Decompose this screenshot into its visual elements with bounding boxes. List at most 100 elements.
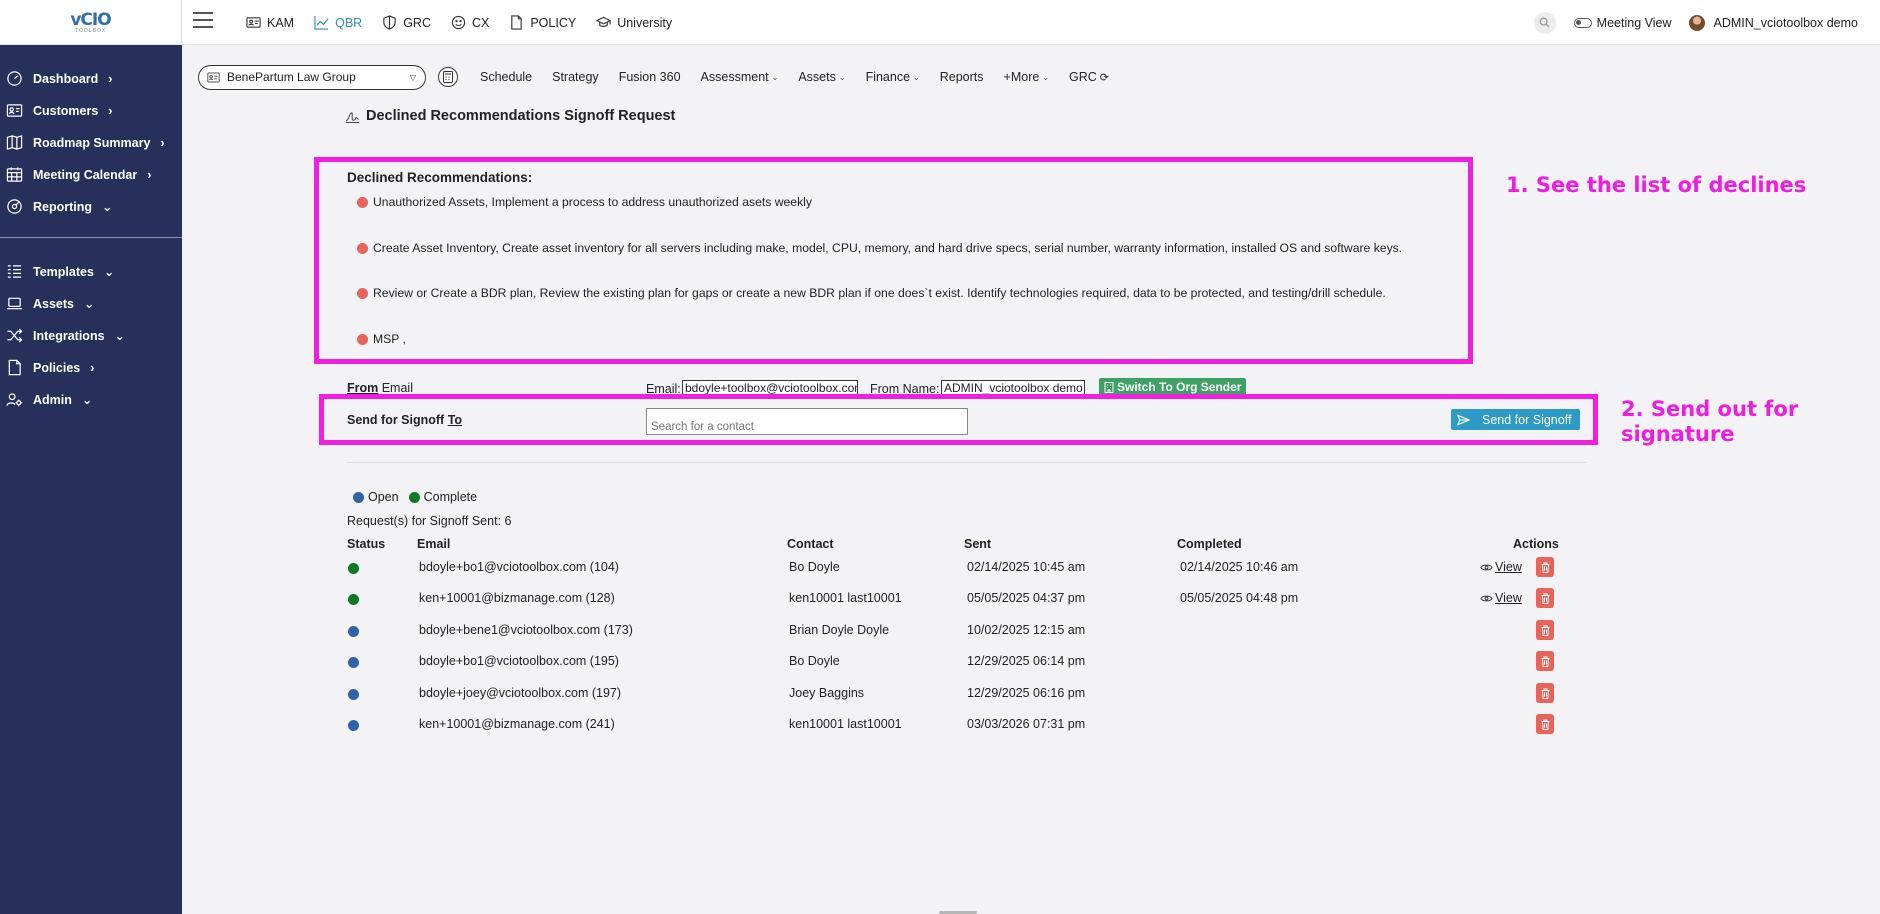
sidebar-item-roadmap-summary[interactable]: Roadmap Summary ›: [6, 134, 165, 151]
list-icon: [7, 265, 22, 278]
sub-nav: Schedule Strategy Fusion 360 Assessment ⌄…: [480, 70, 1109, 84]
table-row: bdoyle+bene1@vciotoolbox.com (173) Brian…: [0, 620, 1880, 643]
sidebar-item-meeting-calendar[interactable]: Meeting Calendar ›: [6, 166, 151, 183]
delete-button[interactable]: [1536, 651, 1554, 671]
sidebar-item-customers[interactable]: Customers ›: [6, 102, 112, 119]
map-icon: [6, 135, 23, 150]
sidebar-item-templates[interactable]: Templates ⌄: [6, 263, 114, 280]
send-label-to: To: [447, 413, 463, 427]
subnav-reports[interactable]: Reports: [940, 70, 984, 84]
declined-dot-icon: [357, 242, 368, 254]
topnav-qbr[interactable]: QBR: [314, 0, 362, 45]
chevron-down-icon: ⌄: [913, 72, 920, 82]
sidebar-item-integrations[interactable]: Integrations ⌄: [6, 327, 125, 344]
cell-email: ken+10001@bizmanage.com (128): [419, 591, 615, 605]
send-for-signoff-button[interactable]: Send for Signoff: [1451, 409, 1580, 430]
organization-select[interactable]: BenePartum Law Group ▽: [198, 64, 426, 90]
view-link[interactable]: View: [1480, 560, 1522, 574]
subnav-grc[interactable]: GRC ⟳: [1069, 70, 1109, 84]
trash-icon: [1541, 656, 1549, 667]
subnav-more[interactable]: +More ⌄: [1004, 70, 1049, 84]
delete-button[interactable]: [1536, 714, 1554, 734]
calculator-icon: [443, 71, 453, 83]
user-menu[interactable]: ADMIN_vciotoolbox demo: [1689, 14, 1858, 31]
subnav-label: +More: [1003, 70, 1040, 84]
organization-value: BenePartum Law Group: [227, 70, 356, 84]
document-icon: [511, 15, 523, 30]
topnav-cx[interactable]: CX: [451, 0, 489, 45]
logo-subtext: TOOLBOX: [74, 27, 107, 34]
decline-item: MSP ,: [357, 332, 406, 346]
complete-status-icon: [348, 563, 359, 574]
declines-highlight-box: [314, 157, 1473, 364]
chevron-down-icon: ⌄: [1042, 72, 1050, 82]
divider: [347, 462, 1586, 463]
topnav-label: CX: [471, 15, 490, 30]
smile-icon: [451, 15, 466, 30]
topnav-kam[interactable]: KAM: [246, 0, 294, 45]
page-title-text: Declined Recommendations Signoff Request: [366, 108, 676, 124]
sidebar-item-assets[interactable]: Assets ⌄: [6, 295, 94, 312]
user-gear-icon: [6, 393, 23, 407]
sidebar-item-label: Templates: [33, 264, 94, 279]
open-status-icon: [348, 657, 359, 668]
cell-completed: 05/05/2025 04:48 pm: [1180, 591, 1299, 605]
trash-icon: [1541, 562, 1549, 573]
eye-icon: [1480, 595, 1493, 601]
cell-sent: 02/14/2025 10:45 am: [967, 560, 1086, 574]
calculator-button[interactable]: [438, 67, 458, 87]
decline-text: Unauthorized Assets, Implement a process…: [373, 195, 812, 209]
delete-button[interactable]: [1536, 557, 1554, 577]
subnav-assets[interactable]: Assets ⌄: [798, 70, 845, 84]
open-status-icon: [348, 720, 359, 731]
search-button[interactable]: [1533, 11, 1556, 34]
subnav-strategy[interactable]: Strategy: [552, 70, 599, 84]
sidebar-item-policies[interactable]: Policies ›: [6, 359, 94, 376]
subnav-label: Assessment: [700, 70, 769, 84]
declined-dot-icon: [357, 196, 368, 208]
subnav-fusion-360[interactable]: Fusion 360: [619, 70, 681, 84]
sidebar-item-reporting[interactable]: Reporting ⌄: [6, 198, 113, 215]
meeting-view-label: Meeting View: [1596, 15, 1672, 30]
subnav-assessment[interactable]: Assessment ⌄: [701, 70, 779, 84]
logo[interactable]: vCIO TOOLBOX: [0, 0, 182, 45]
trash-icon: [1541, 625, 1549, 636]
signature-icon: [345, 111, 360, 123]
topnav-university[interactable]: University: [596, 0, 672, 45]
graduation-cap-icon: [596, 16, 612, 27]
sidebar-item-label: Meeting Calendar: [33, 167, 138, 182]
subnav-label: Finance: [865, 70, 911, 84]
delete-button[interactable]: [1536, 620, 1554, 640]
sidebar-item-admin[interactable]: Admin ⌄: [6, 391, 92, 408]
chevron-icon: ⌄: [102, 200, 113, 214]
cell-email: bdoyle+bo1@vciotoolbox.com (195): [419, 654, 619, 668]
subnav-schedule[interactable]: Schedule: [480, 70, 532, 84]
meeting-view-toggle[interactable]: Meeting View: [1573, 15, 1672, 30]
view-link[interactable]: View: [1480, 591, 1522, 605]
menu-toggle-icon[interactable]: [193, 12, 213, 28]
shuffle-icon: [7, 328, 23, 343]
decline-text: Review or Create a BDR plan, Review the …: [373, 286, 1386, 300]
complete-status-icon: [348, 594, 359, 605]
subnav-finance[interactable]: Finance ⌄: [866, 70, 920, 84]
delete-button[interactable]: [1536, 588, 1554, 608]
line-chart-icon: [314, 15, 329, 30]
annotation-2: 2. Send out for signature: [1621, 397, 1798, 447]
chevron-icon: ⌄: [114, 329, 126, 343]
contact-search-input[interactable]: [646, 408, 968, 435]
cell-contact: Brian Doyle Doyle: [789, 623, 890, 637]
legend-open: Open: [353, 490, 399, 504]
send-button-label: Send for Signoff: [1482, 412, 1572, 427]
table-row: bdoyle+bo1@vciotoolbox.com (195) Bo Doyl…: [0, 651, 1880, 674]
send-icon: [1457, 413, 1470, 426]
delete-button[interactable]: [1536, 683, 1554, 703]
open-status-icon: [348, 626, 359, 637]
trash-icon: [1541, 719, 1549, 730]
send-for-signoff-label: Send for Signoff To: [347, 413, 462, 427]
sidebar-item-dashboard[interactable]: Dashboard ›: [6, 70, 112, 87]
topnav-grc[interactable]: GRC: [382, 0, 431, 45]
speedometer-icon: [7, 71, 22, 86]
annotation-1: 1. See the list of declines: [1506, 173, 1807, 197]
cell-email: bdoyle+bene1@vciotoolbox.com (173): [419, 623, 633, 637]
topnav-policy[interactable]: POLICY: [509, 0, 576, 45]
